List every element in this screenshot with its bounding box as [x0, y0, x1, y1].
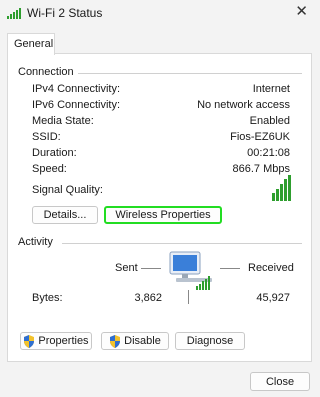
title-bar: Wi-Fi 2 Status ✕: [0, 0, 320, 26]
signal-quality-label: Signal Quality:: [32, 184, 103, 196]
ssid-value: Fios-EZ6UK: [230, 131, 290, 143]
speed-label: Speed:: [32, 163, 67, 175]
diagnose-button[interactable]: Diagnose: [175, 332, 245, 350]
sent-line: [141, 268, 161, 269]
network-computer-icon: [168, 250, 218, 290]
ipv6-label: IPv6 Connectivity:: [32, 99, 121, 111]
media-state-value: Enabled: [249, 115, 290, 127]
close-button[interactable]: Close: [250, 372, 310, 391]
details-button[interactable]: Details...: [32, 206, 98, 224]
ipv6-value: No network access: [197, 99, 290, 111]
activity-divider-vertical: [188, 290, 189, 304]
ssid-label: SSID:: [32, 131, 61, 143]
close-icon[interactable]: ✕: [295, 3, 308, 21]
disable-button[interactable]: Disable: [101, 332, 169, 350]
general-panel: Connection IPv4 Connectivity: Internet I…: [7, 53, 312, 362]
activity-header: Activity: [18, 236, 53, 248]
received-label: Received: [248, 262, 294, 274]
duration-value: 00:21:08: [247, 147, 290, 159]
properties-button[interactable]: Properties: [20, 332, 92, 350]
properties-button-label: Properties: [38, 335, 89, 347]
activity-divider: [62, 243, 302, 244]
connection-header: Connection: [18, 66, 74, 78]
bytes-sent-value: 3,862: [134, 292, 162, 304]
wifi-bars-icon: [7, 7, 21, 19]
ipv4-label: IPv4 Connectivity:: [32, 83, 121, 95]
connection-divider: [78, 73, 302, 74]
activity-signal-icon: [196, 276, 210, 290]
tab-general-label: General: [14, 38, 54, 50]
speed-value: 866.7 Mbps: [232, 163, 290, 175]
uac-shield-icon: [110, 334, 121, 348]
received-line: [220, 268, 240, 269]
sent-label: Sent: [115, 262, 138, 274]
duration-label: Duration:: [32, 147, 77, 159]
bytes-received-value: 45,927: [256, 292, 290, 304]
bytes-label: Bytes:: [32, 292, 63, 304]
tab-general[interactable]: General: [7, 33, 55, 55]
signal-strength-icon: [272, 175, 291, 201]
media-state-label: Media State:: [32, 115, 94, 127]
disable-button-label: Disable: [124, 335, 161, 347]
wireless-properties-button[interactable]: Wireless Properties: [104, 206, 222, 224]
uac-shield-icon: [24, 334, 35, 348]
window-title: Wi-Fi 2 Status: [27, 6, 103, 20]
ipv4-value: Internet: [252, 83, 290, 95]
